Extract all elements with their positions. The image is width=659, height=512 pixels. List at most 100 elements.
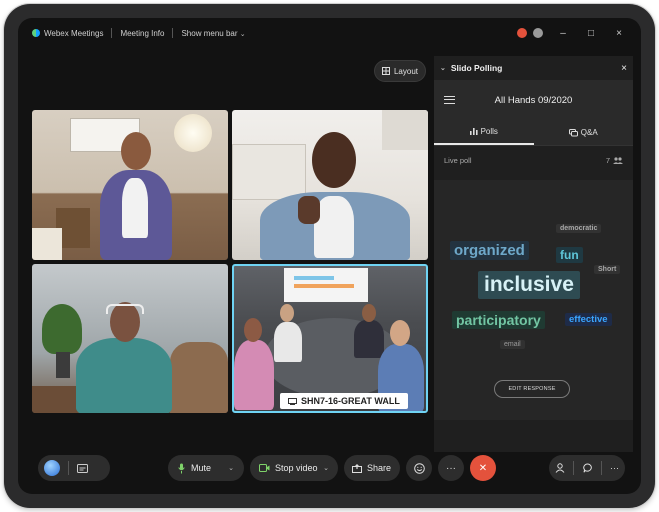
plant-pot (56, 352, 70, 378)
word-cloud-item: organized (450, 241, 529, 260)
app-brand: Webex Meetings (32, 29, 103, 38)
divider (68, 461, 69, 475)
share-button[interactable]: Share (344, 455, 400, 481)
stop-video-label: Stop video (275, 463, 318, 473)
participant-body (354, 320, 384, 358)
meeting-info-link[interactable]: Meeting Info (120, 29, 164, 38)
window-controls: – □ × (517, 18, 633, 48)
room-name-text: SHN7-16-GREAT WALL (301, 396, 400, 406)
show-menu-bar-button[interactable]: Show menu bar ⌄ (181, 29, 245, 38)
drafting-table (232, 144, 306, 200)
sofa (32, 228, 62, 260)
tab-polls-label: Polls (480, 127, 498, 136)
edit-response-button[interactable]: EDIT RESPONSE (494, 380, 570, 398)
participant-head (362, 304, 376, 322)
participants-icon[interactable] (555, 463, 565, 473)
wall-frame (382, 110, 428, 150)
app-name: Webex Meetings (44, 28, 104, 38)
participant-head (390, 320, 410, 346)
word-cloud-item: fun (556, 247, 583, 263)
meeting-controls: Mute ⌄ Stop video ⌄ Share ··· ✕ ··· (18, 450, 641, 486)
word-cloud-item: inclusive (478, 271, 580, 299)
tab-polls[interactable]: Polls (434, 120, 534, 145)
ellipsis-icon: ··· (446, 462, 456, 474)
participant-body (76, 338, 172, 413)
end-call-button[interactable]: ✕ (470, 455, 496, 481)
recording-icon[interactable] (517, 28, 527, 38)
screen-chart-bar (294, 276, 334, 280)
collapse-chevron-icon[interactable]: ⌄ (440, 64, 446, 72)
word-cloud: democratic organized fun Short inclusive… (434, 180, 633, 420)
chevron-down-icon[interactable]: ⌄ (228, 464, 234, 472)
word-cloud-item: effective (565, 313, 612, 326)
share-icon (352, 463, 362, 473)
chevron-down-icon[interactable]: ⌄ (323, 464, 329, 472)
camera-icon (259, 464, 270, 472)
event-title: All Hands 09/2020 (494, 94, 573, 106)
maximize-button[interactable]: □ (577, 28, 605, 39)
word-cloud-item: democratic (556, 224, 602, 233)
screen-chart-bar (294, 284, 354, 288)
word-cloud-item: participatory (452, 311, 545, 329)
compass-icon[interactable] (533, 28, 543, 38)
slido-panel: ⌄ Slido Polling × All Hands 09/2020 Poll… (434, 56, 633, 452)
chat-icon[interactable] (582, 463, 593, 473)
layout-button[interactable]: Layout (374, 60, 426, 82)
tab-qa-label: Q&A (580, 128, 598, 137)
participant-head (121, 132, 151, 170)
divider (573, 461, 575, 475)
more-options-button[interactable]: ··· (438, 455, 464, 481)
close-window-button[interactable]: × (605, 28, 633, 39)
event-header: All Hands 09/2020 (434, 80, 633, 120)
chat-bubble-icon (568, 128, 578, 136)
panel-header: ⌄ Slido Polling × (434, 56, 633, 80)
live-poll-label: Live poll (444, 155, 472, 165)
stop-video-button[interactable]: Stop video ⌄ (250, 455, 338, 481)
reactions-button[interactable] (406, 455, 432, 481)
video-tile-participant-3[interactable] (32, 264, 228, 413)
mute-label: Mute (191, 463, 212, 473)
chevron-down-icon: ⌄ (239, 30, 246, 38)
video-tile-participant-1[interactable] (32, 110, 228, 260)
participant-head (244, 318, 262, 342)
pendant-lamp (174, 114, 212, 152)
participant-shirt (122, 178, 148, 238)
participant-body (274, 322, 302, 362)
tab-qa[interactable]: Q&A (534, 120, 634, 145)
show-menu-bar-label: Show menu bar (181, 28, 238, 38)
participant-count: 7 (606, 156, 623, 165)
title-bar: Webex Meetings Meeting Info Show menu ba… (18, 18, 641, 48)
webex-logo-icon (32, 29, 40, 37)
captions-icon[interactable] (77, 463, 88, 473)
slido-tabs: Polls Q&A (434, 120, 633, 146)
participant-count-value: 7 (605, 155, 610, 165)
video-tile-participant-2[interactable] (232, 110, 428, 260)
close-icon: ✕ (478, 462, 488, 474)
plant (42, 304, 82, 354)
meeting-window: Webex Meetings Meeting Info Show menu ba… (18, 18, 641, 494)
armchair (170, 342, 228, 413)
close-panel-button[interactable]: × (621, 63, 627, 74)
minimize-button[interactable]: – (549, 28, 577, 39)
participant-body (234, 340, 274, 410)
smiley-icon (413, 462, 425, 474)
more-panels-icon[interactable]: ··· (610, 463, 619, 473)
participant-shirt (314, 196, 354, 258)
share-label: Share (367, 463, 392, 473)
participant-head (280, 304, 294, 322)
divider (172, 28, 174, 38)
thumbs-up-hand (298, 196, 320, 224)
panel-title: Slido Polling (450, 63, 503, 73)
headphones-icon (106, 304, 144, 314)
assistant-icon[interactable] (44, 460, 60, 476)
divider (600, 461, 602, 475)
layout-label: Layout (393, 66, 419, 76)
device-frame: Webex Meetings Meeting Info Show menu ba… (4, 4, 655, 508)
grid-icon (381, 67, 390, 75)
device-icon (288, 397, 297, 405)
people-icon (613, 156, 623, 164)
word-cloud-item: email (500, 340, 525, 349)
mute-button[interactable]: Mute ⌄ (168, 455, 244, 481)
bar-chart-icon (469, 128, 478, 135)
video-tile-room[interactable]: SHN7-16-GREAT WALL (232, 264, 428, 413)
